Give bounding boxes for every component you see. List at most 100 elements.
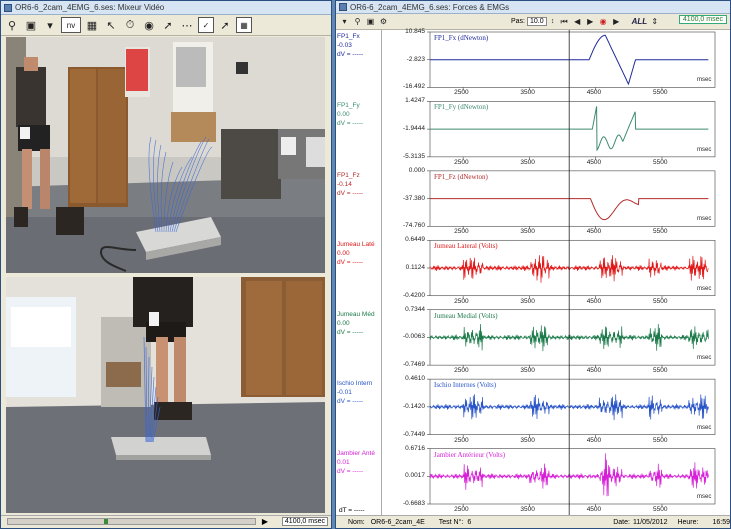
channel-short-name: FP1_Fz: [337, 171, 360, 179]
channel-short-name: Jambier Anté: [337, 449, 375, 457]
y-tick-label: 0.6449: [405, 236, 425, 244]
channel-label[interactable]: Jambier Anté 0.01 dV = -----: [337, 449, 381, 476]
clock-icon[interactable]: ⏱: [122, 17, 138, 33]
channel-short-name: Ischio Intern: [337, 380, 373, 388]
video-toolbar: ⚲ ▣ ▾ nv ▦ ↖ ⏱ ◉ ➚ ⋯ ✓ ➚ ▦: [1, 15, 331, 36]
nv-button[interactable]: nv: [61, 17, 81, 33]
y-tick-label: 0.0017: [405, 472, 425, 480]
dropdown-arrow-icon[interactable]: ▾: [339, 16, 350, 28]
y-tick-label: 10.845: [405, 28, 425, 35]
x-tick-label: 3500: [520, 158, 535, 166]
forces-emg-window: OR6-6_2cam_4EMG_6.ses: Forces & EMGs ▾ ⚲…: [335, 0, 731, 529]
y-tick-label: -0.7449: [402, 430, 425, 438]
channel-title: Jambier Antérieur (Volts): [434, 450, 506, 459]
y-tick-label: -16.492: [402, 83, 425, 91]
x-tick-label: 4500: [586, 89, 602, 97]
dt-label: dT = -----: [339, 507, 365, 514]
camera-view-side[interactable]: [6, 277, 325, 513]
all-button[interactable]: ALL: [632, 17, 648, 26]
camera-icon[interactable]: ▣: [365, 16, 376, 28]
x-tick-label: 2500: [454, 297, 469, 305]
x-unit-label: msec: [697, 77, 712, 84]
x-unit-label: msec: [697, 424, 712, 431]
y-tick-label: 0.6716: [405, 444, 425, 452]
video-time-readout: 4100,0 msec: [281, 517, 328, 526]
play-icon[interactable]: ▶: [585, 16, 596, 28]
y-tick-label: 0.7344: [405, 305, 425, 313]
channel-title: FP1_Fz (dNewton): [434, 172, 488, 181]
line-tool-icon[interactable]: ➚: [217, 17, 233, 33]
x-tick-label: 4500: [586, 436, 602, 444]
zoom-icon[interactable]: ⚲: [352, 16, 363, 28]
dots-icon[interactable]: ⋯: [179, 17, 195, 33]
channel-label[interactable]: FP1_Fy 0.00 dV = -----: [337, 101, 381, 128]
channel-label[interactable]: FP1_Fx -0.03 dV = -----: [337, 32, 381, 59]
spinner-icon[interactable]: ↕: [549, 16, 557, 28]
x-unit-label: msec: [697, 146, 712, 153]
video-nav-icon[interactable]: ▶: [262, 517, 268, 526]
heure-value: 16:59: [712, 518, 731, 526]
layers-icon[interactable]: ▦: [84, 17, 100, 33]
channel-label[interactable]: FP1_Fz -0.14 dV = -----: [337, 171, 381, 198]
x-tick-label: 2500: [454, 158, 469, 166]
skip-back-icon[interactable]: ⏮: [559, 16, 570, 28]
video-scrollbar-thumb[interactable]: [104, 519, 108, 524]
y-tick-label: -0.0063: [402, 333, 425, 341]
x-tick-label: 5500: [652, 506, 668, 513]
channel-label[interactable]: Jumeau Laté 0.00 dV = -----: [337, 240, 381, 267]
record-icon[interactable]: ◉: [141, 17, 157, 33]
x-tick-label: 5500: [652, 228, 668, 236]
channel-label[interactable]: Ischio Intern -0.01 dV = -----: [337, 379, 381, 406]
plot-area[interactable]: 10.845 -2.823 -16.492 FP1_Fx (dNewton) msec 2…: [382, 28, 730, 516]
video-mixer-title: OR6-6_2cam_4EMG_6.ses: Mixeur Vidéo: [15, 3, 165, 12]
checkbox-icon[interactable]: ✓: [198, 17, 214, 33]
channel-dv: dV = -----: [337, 120, 364, 128]
nom-label: Nom:: [348, 518, 365, 526]
channel-title: FP1_Fx (dNewton): [434, 34, 489, 42]
app-icon: [4, 3, 12, 12]
channel-short-name: FP1_Fx: [337, 33, 360, 40]
video-scrollbar[interactable]: [7, 518, 256, 525]
settings-icon[interactable]: ⚙: [378, 16, 389, 28]
x-tick-label: 4500: [586, 158, 602, 166]
zoom-icon[interactable]: ⚲: [4, 17, 20, 33]
y-tick-label: -0.4200: [402, 291, 425, 299]
channel-value: -0.01: [337, 389, 352, 397]
channel-value: -0.14: [337, 180, 352, 188]
y-tick-label: -0.7469: [402, 361, 425, 369]
heure-label: Heure:: [677, 518, 699, 526]
channel-value: 0.01: [337, 458, 350, 466]
x-tick-label: 5500: [652, 89, 668, 97]
step-back-icon[interactable]: ◀: [572, 16, 583, 28]
y-tick-label: 1.4247: [405, 97, 425, 105]
step-forward-icon[interactable]: ▶: [611, 16, 622, 28]
camera-icon[interactable]: ▣: [23, 17, 39, 33]
channel-value: 0.00: [337, 111, 350, 119]
y-tick-label: 0.1124: [405, 264, 425, 271]
channel-label[interactable]: Jumeau Méd 0.00 dV = -----: [337, 310, 381, 337]
expand-icon[interactable]: ⇕: [649, 16, 660, 28]
x-tick-label: 4500: [586, 297, 602, 305]
cursor-icon[interactable]: ↖: [103, 17, 119, 33]
record-icon[interactable]: ◉: [598, 16, 609, 28]
x-tick-label: 5500: [652, 297, 668, 305]
y-tick-label: 0.4610: [405, 375, 425, 383]
camera-view-front[interactable]: [6, 37, 325, 273]
channel-value: 0.00: [337, 250, 350, 258]
x-unit-label: msec: [697, 216, 712, 223]
app-icon-right: [339, 3, 347, 11]
grid-toggle-icon[interactable]: ▦: [236, 17, 252, 33]
forces-titlebar[interactable]: OR6-6_2cam_4EMG_6.ses: Forces & EMGs: [336, 1, 730, 14]
channel-value: 0.00: [337, 319, 350, 327]
x-tick-label: 3500: [520, 228, 535, 236]
x-unit-label: msec: [697, 285, 712, 292]
video-statusbar: ▶ 4100,0 msec: [1, 515, 331, 528]
channel-title: Ischio Internes (Volts): [434, 381, 497, 390]
channel-label-column: FP1_Fx -0.03 dV = ----- FP1_Fy 0.00 dV = ----…: [337, 30, 382, 516]
x-tick-label: 5500: [652, 436, 668, 444]
stick-figure-icon[interactable]: ➚: [160, 17, 176, 33]
video-mixer-titlebar[interactable]: OR6-6_2cam_4EMG_6.ses: Mixeur Vidéo: [1, 1, 331, 15]
pas-input[interactable]: 10.0: [527, 17, 547, 26]
channel-short-name: Jumeau Méd: [337, 310, 375, 318]
arrow-down-icon[interactable]: ▾: [42, 17, 58, 33]
